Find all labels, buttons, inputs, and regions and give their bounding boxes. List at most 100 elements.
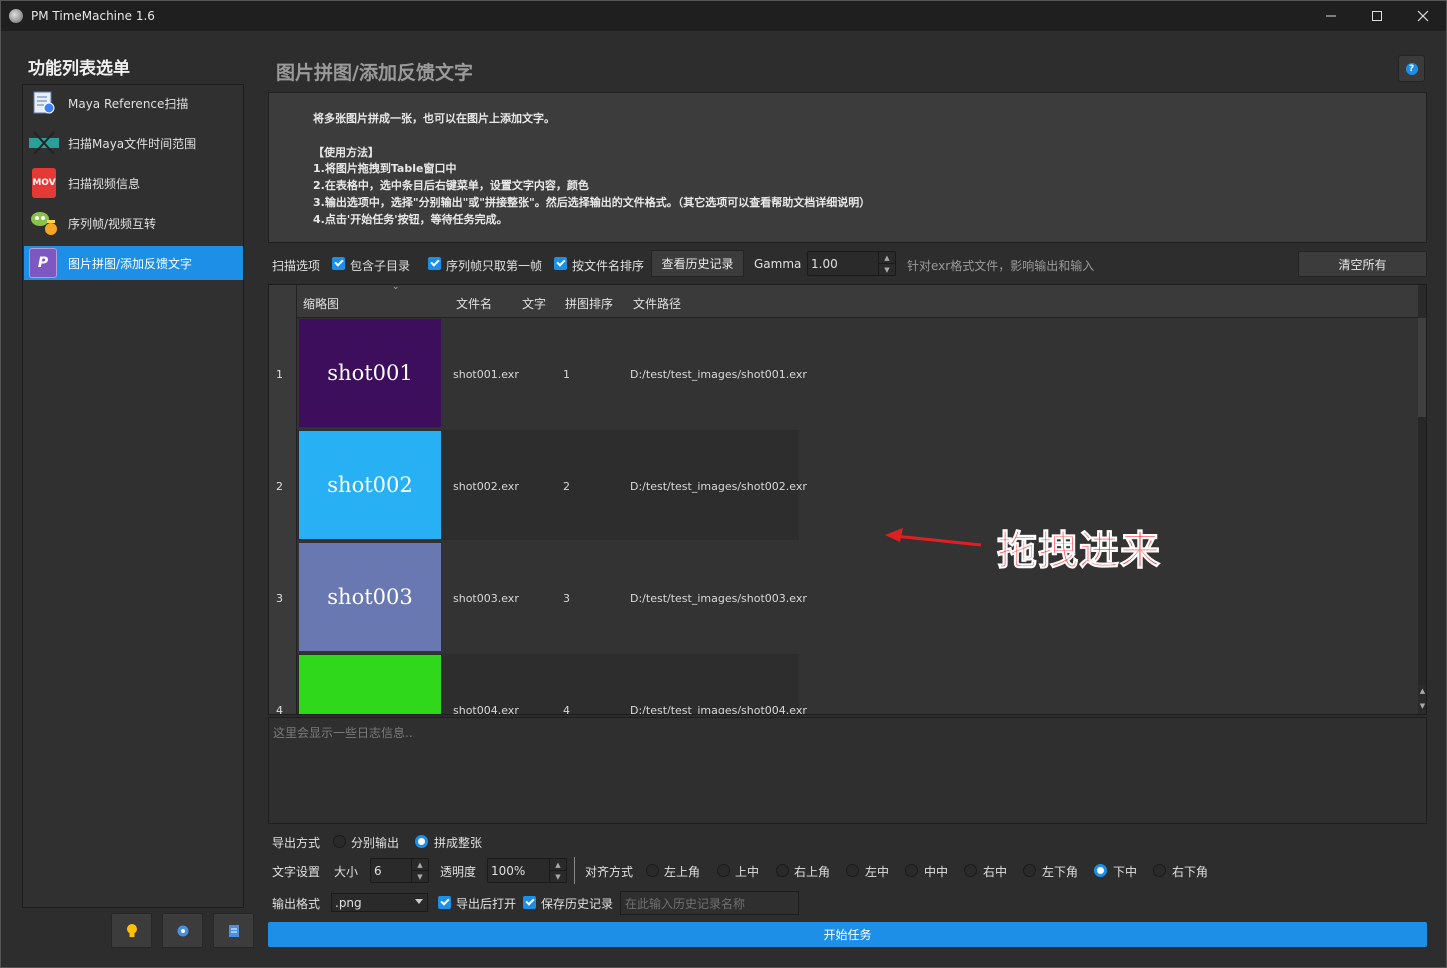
sidebar-item-video-info[interactable]: MOV 扫描视频信息 <box>24 166 243 200</box>
sort-by-name-checkbox[interactable] <box>554 257 567 270</box>
description-line: 1.将图片拖拽到Table窗口中 <box>313 162 457 176</box>
row-number: 1 <box>276 368 283 381</box>
minimize-button[interactable] <box>1308 1 1354 31</box>
help-button[interactable]: ? <box>1398 55 1425 82</box>
separate-output-radio[interactable] <box>333 835 346 848</box>
align-top-center-radio[interactable] <box>717 864 730 877</box>
minimize-icon <box>1326 15 1336 17</box>
align-bottom-left-label[interactable]: 左下角 <box>1042 863 1078 880</box>
opacity-spinbox[interactable]: 100% ▲ ▼ <box>487 858 567 883</box>
column-header-filename[interactable]: 文件名 <box>456 295 492 312</box>
size-spinbox[interactable]: 6 ▲ ▼ <box>370 858 429 883</box>
maximize-button[interactable] <box>1354 1 1400 31</box>
align-bottom-left-radio[interactable] <box>1023 864 1036 877</box>
mov-file-icon: MOV <box>32 168 56 198</box>
sort-indicator-icon: ⌄ <box>392 284 400 292</box>
first-frame-checkbox[interactable] <box>428 257 441 270</box>
app-icon <box>9 9 23 23</box>
align-center-label[interactable]: 中中 <box>924 863 948 880</box>
sort-by-name-label[interactable]: 按文件名排序 <box>572 257 644 274</box>
gamma-spinbox[interactable]: 1.00 ▲ ▼ <box>807 251 896 276</box>
align-top-center-label[interactable]: 上中 <box>735 863 759 880</box>
size-label: 大小 <box>334 865 359 879</box>
align-middle-right-radio[interactable] <box>964 864 977 877</box>
align-middle-left-radio[interactable] <box>846 864 859 877</box>
view-history-button[interactable]: 查看历史记录 <box>651 250 744 277</box>
column-header-text[interactable]: 文字 <box>522 295 546 312</box>
scrollbar-thumb[interactable] <box>1418 318 1426 417</box>
format-label: 输出格式 <box>272 897 321 911</box>
image-table[interactable]: 缩略图 ⌄ 文件名 文字 拼图排序 文件路径 1 shot001 shot001… <box>268 284 1427 715</box>
align-top-left-label[interactable]: 左上角 <box>664 863 700 880</box>
history-name-input[interactable]: 在此输入历史记录名称 <box>620 891 799 915</box>
tips-button[interactable] <box>111 913 152 948</box>
format-select[interactable]: .png <box>331 893 428 912</box>
align-bottom-right-label[interactable]: 右下角 <box>1172 863 1208 880</box>
align-bottom-center-label[interactable]: 下中 <box>1113 863 1137 880</box>
separate-output-label[interactable]: 分别输出 <box>351 834 399 851</box>
settings-button[interactable] <box>162 913 203 948</box>
align-top-right-label[interactable]: 右上角 <box>794 863 830 880</box>
cell-path: D:/test/test_images/shot001.exr <box>630 368 807 381</box>
open-after-export-label[interactable]: 导出后打开 <box>456 895 516 912</box>
table-header: 缩略图 ⌄ 文件名 文字 拼图排序 文件路径 <box>269 285 1418 318</box>
align-bottom-center-radio[interactable] <box>1094 864 1107 877</box>
sidebar-bottom-toolbar <box>111 913 254 948</box>
save-history-label[interactable]: 保存历史记录 <box>541 895 613 912</box>
spin-down-icon[interactable]: ▼ <box>550 870 566 882</box>
align-center-radio[interactable] <box>905 864 918 877</box>
close-button[interactable] <box>1400 1 1446 31</box>
sidebar-item-image-collage[interactable]: P 图片拼图/添加反馈文字 <box>24 246 243 280</box>
spin-down-icon[interactable]: ▼ <box>879 263 895 275</box>
row-number: 4 <box>276 704 283 715</box>
spin-up-icon[interactable]: ▲ <box>412 859 428 870</box>
gear-icon <box>177 925 188 936</box>
chevron-down-icon <box>415 899 423 904</box>
spin-down-icon[interactable]: ▼ <box>412 870 428 882</box>
start-task-button[interactable]: 开始任务 <box>268 922 1427 947</box>
save-history-checkbox[interactable] <box>523 896 536 909</box>
table-scrollbar[interactable]: ▲ ▼ <box>1418 285 1426 714</box>
drag-hint-text: 拖拽进来 <box>997 528 1161 575</box>
scroll-up-icon[interactable]: ▲ <box>1418 684 1426 698</box>
format-value: .png <box>335 895 362 910</box>
app-window: PM TimeMachine 1.6 功能列表选单 Maya Reference… <box>0 0 1447 968</box>
timeline-icon <box>28 128 60 158</box>
log-output[interactable]: 这里会显示一些日志信息.. <box>268 717 1427 824</box>
include-subdirs-checkbox[interactable] <box>332 257 345 270</box>
align-bottom-right-radio[interactable] <box>1153 864 1166 877</box>
spin-up-icon[interactable]: ▲ <box>550 859 566 870</box>
gamma-value: 1.00 <box>811 256 838 271</box>
include-subdirs-label[interactable]: 包含子目录 <box>350 257 410 274</box>
scroll-down-icon[interactable]: ▼ <box>1418 699 1426 713</box>
align-middle-right-label[interactable]: 右中 <box>983 863 1007 880</box>
align-top-right-radio[interactable] <box>776 864 789 877</box>
sidebar-item-label: 扫描Maya文件时间范围 <box>68 136 197 151</box>
column-header-order[interactable]: 拼图排序 <box>565 295 613 312</box>
window-title: PM TimeMachine 1.6 <box>31 9 155 23</box>
description-panel: 将多张图片拼成一张，也可以在图片上添加文字。 【使用方法】 1.将图片拖拽到Ta… <box>268 92 1427 243</box>
align-middle-left-label[interactable]: 左中 <box>865 863 889 880</box>
image-edit-icon: P <box>29 248 57 278</box>
document-scan-icon <box>28 88 60 118</box>
sidebar-item-maya-reference[interactable]: Maya Reference扫描 <box>24 86 243 120</box>
merge-output-label[interactable]: 拼成整张 <box>434 834 482 851</box>
docs-button[interactable] <box>213 913 254 948</box>
thumbnail: shot004 <box>299 655 441 714</box>
cell-path: D:/test/test_images/shot002.exr <box>630 480 807 493</box>
cell-filename: shot003.exr <box>453 592 519 605</box>
spin-up-icon[interactable]: ▲ <box>879 252 895 263</box>
sidebar: Maya Reference扫描 扫描Maya文件时间范围 MOV 扫描视频信息… <box>22 84 244 908</box>
align-top-left-radio[interactable] <box>646 864 659 877</box>
first-frame-label[interactable]: 序列帧只取第一帧 <box>446 257 542 274</box>
size-value: 6 <box>374 863 382 878</box>
column-header-thumbnail[interactable]: 缩略图 <box>303 295 339 312</box>
merge-output-radio[interactable] <box>415 835 428 848</box>
sidebar-item-maya-time-range[interactable]: 扫描Maya文件时间范围 <box>24 126 243 160</box>
description-line: 3.输出选项中，选择"分别输出"或"拼接整张"。然后选择输出的文件格式。（其它选… <box>313 195 871 209</box>
column-header-path[interactable]: 文件路径 <box>633 295 681 312</box>
sidebar-item-sequence-video[interactable]: 序列帧/视频互转 <box>24 206 243 240</box>
open-after-export-checkbox[interactable] <box>438 896 451 909</box>
cell-order: 3 <box>563 592 570 605</box>
clear-all-button[interactable]: 清空所有 <box>1298 251 1427 277</box>
